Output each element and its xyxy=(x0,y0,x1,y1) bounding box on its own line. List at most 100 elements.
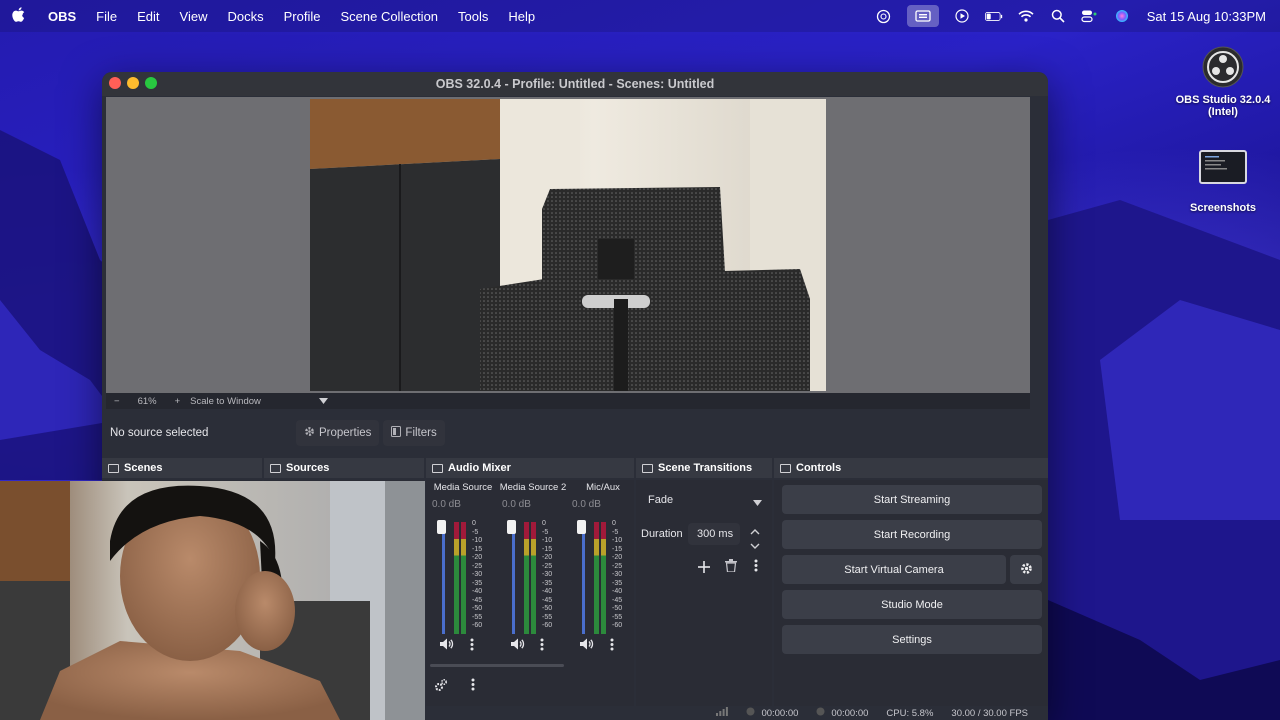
transition-menu-icon[interactable] xyxy=(754,559,758,577)
scene-transitions-dock-header[interactable]: Scene Transitions xyxy=(636,458,772,478)
zoom-button[interactable] xyxy=(145,77,157,89)
audio-mixer-dock-title: Audio Mixer xyxy=(448,462,511,474)
chatgpt-icon[interactable] xyxy=(875,8,893,24)
duration-label: Duration xyxy=(641,528,683,540)
desktop-obs-label: OBS Studio 32.0.4 (Intel) xyxy=(1175,94,1271,118)
mixer-channel-media-source-2: Media Source 2 0.0 dB 0 -5 -10 -15 -20 -25 -30… xyxy=(498,482,568,652)
meter-scale: 0 -5 -10 -15 -20 -25 -30 -35 -40 -45 -50 -55 -60 xyxy=(472,520,483,629)
wifi-icon[interactable] xyxy=(1017,8,1035,24)
sources-dock-title: Sources xyxy=(286,462,330,474)
properties-button[interactable]: Properties xyxy=(296,420,380,446)
preview-canvas[interactable] xyxy=(106,97,1030,393)
channel-volume-db: 0.0 dB xyxy=(502,499,531,510)
duration-stepper-down-icon[interactable] xyxy=(750,537,760,555)
transition-select[interactable]: Fade xyxy=(640,489,768,511)
dock-window-icon xyxy=(780,463,791,473)
filters-button[interactable]: Filters xyxy=(383,420,445,446)
menu-file[interactable]: File xyxy=(96,9,117,24)
mixer-channel-mic-aux: Mic/Aux 0.0 dB 0 -5 -10 -15 -20 -25 -30 -35 -40-… xyxy=(568,482,638,652)
start-virtual-camera-button[interactable]: Start Virtual Camera xyxy=(782,555,1006,584)
audio-mixer-dock-header[interactable]: Audio Mixer xyxy=(426,458,634,478)
menu-clock[interactable]: Sat 15 Aug 10:33PM xyxy=(1147,9,1266,24)
dock-window-icon xyxy=(270,463,281,473)
speaker-icon[interactable] xyxy=(580,638,594,653)
more-options-icon[interactable] xyxy=(470,638,474,654)
controls-dock-header[interactable]: Controls xyxy=(774,458,1048,478)
menu-bar: OBS File Edit View Docks Profile Scene C… xyxy=(0,0,1280,32)
desktop-screenshots-folder[interactable]: Screenshots xyxy=(1168,150,1278,214)
virtual-camera-settings-button[interactable] xyxy=(1010,555,1042,584)
scale-mode-dropdown-icon[interactable] xyxy=(318,396,328,407)
more-options-icon[interactable] xyxy=(540,638,544,654)
fps-display: 30.00 / 30.00 FPS xyxy=(951,707,1028,719)
mixer-channel-media-source: Media Source 0.0 dB 0 -5 -10 -15 -20 -25 -30 -3… xyxy=(428,482,498,652)
level-meter xyxy=(601,522,606,634)
trash-icon[interactable] xyxy=(725,559,737,577)
advanced-audio-properties-icon[interactable] xyxy=(434,678,448,697)
channel-name: Mic/Aux xyxy=(586,482,620,493)
record-status-icon xyxy=(816,707,825,719)
siri-icon[interactable] xyxy=(1113,8,1131,24)
studio-mode-label: Studio Mode xyxy=(881,598,943,611)
volume-slider-track[interactable] xyxy=(512,522,515,634)
start-streaming-label: Start Streaming xyxy=(873,493,951,506)
duration-input[interactable]: 300 ms xyxy=(688,523,740,545)
menu-profile[interactable]: Profile xyxy=(284,9,321,24)
control-center-icon[interactable] xyxy=(1081,8,1099,24)
volume-slider-track[interactable] xyxy=(582,522,585,634)
close-button[interactable] xyxy=(109,77,121,89)
screenshots-folder-icon xyxy=(1199,150,1247,184)
volume-slider-handle[interactable] xyxy=(437,520,446,534)
zoom-percent: 61% xyxy=(137,395,157,407)
preview-video-frame xyxy=(310,99,826,391)
obs-logo-icon xyxy=(1202,46,1244,88)
menu-tools[interactable]: Tools xyxy=(458,9,488,24)
sources-dock-header[interactable]: Sources xyxy=(264,458,424,478)
add-transition-icon[interactable] xyxy=(698,560,710,578)
apple-menu-icon[interactable] xyxy=(12,6,34,26)
menu-view[interactable]: View xyxy=(180,9,208,24)
level-meter xyxy=(524,522,529,634)
desktop-screenshots-label: Screenshots xyxy=(1189,202,1257,214)
search-icon[interactable] xyxy=(1049,8,1067,24)
level-meter xyxy=(461,522,466,634)
mixer-scrollbar[interactable] xyxy=(430,664,564,667)
meter-scale: 0 -5 -10 -15 -20 -25 -30 -35 -40 -45 -50 -55 -60 xyxy=(542,520,553,629)
filter-icon xyxy=(391,426,402,440)
channel-name: Media Source xyxy=(433,482,493,493)
menu-edit[interactable]: Edit xyxy=(137,9,159,24)
network-icon xyxy=(716,707,729,719)
more-options-icon[interactable] xyxy=(610,638,614,654)
scene-transitions-dock xyxy=(636,480,772,706)
level-meter xyxy=(454,522,459,634)
zoom-in-button[interactable]: + xyxy=(175,396,181,407)
mixer-menu-icon[interactable] xyxy=(471,678,475,696)
menu-extras: Sat 15 Aug 10:33PM xyxy=(861,0,1266,32)
speaker-icon[interactable] xyxy=(440,638,454,653)
start-streaming-button[interactable]: Start Streaming xyxy=(782,485,1042,514)
settings-button[interactable]: Settings xyxy=(782,625,1042,654)
screen-mirroring-icon[interactable] xyxy=(906,5,939,27)
menu-docks[interactable]: Docks xyxy=(227,9,263,24)
window-titlebar[interactable]: OBS 32.0.4 - Profile: Untitled - Scenes:… xyxy=(102,72,1048,96)
duration-value: 300 ms xyxy=(697,528,734,540)
battery-icon[interactable] xyxy=(984,8,1003,24)
minimize-button[interactable] xyxy=(127,77,139,89)
volume-slider-handle[interactable] xyxy=(577,520,586,534)
scale-mode-select[interactable]: Scale to Window xyxy=(190,396,261,407)
menu-scene-collection[interactable]: Scene Collection xyxy=(340,9,438,24)
menu-app-name[interactable]: OBS xyxy=(48,9,76,24)
desktop-obs-app[interactable]: OBS Studio 32.0.4 (Intel) xyxy=(1168,46,1278,118)
speaker-icon[interactable] xyxy=(511,638,525,653)
volume-slider-track[interactable] xyxy=(442,522,445,634)
source-status-text: No source selected xyxy=(110,427,209,439)
stream-time: 00:00:00 xyxy=(761,707,799,719)
webcam-overlay xyxy=(0,481,425,720)
play-icon[interactable] xyxy=(953,8,971,24)
start-recording-button[interactable]: Start Recording xyxy=(782,520,1042,549)
volume-slider-handle[interactable] xyxy=(507,520,516,534)
menu-help[interactable]: Help xyxy=(508,9,535,24)
scenes-dock-header[interactable]: Scenes xyxy=(102,458,262,478)
zoom-out-button[interactable]: − xyxy=(114,396,120,407)
studio-mode-button[interactable]: Studio Mode xyxy=(782,590,1042,619)
